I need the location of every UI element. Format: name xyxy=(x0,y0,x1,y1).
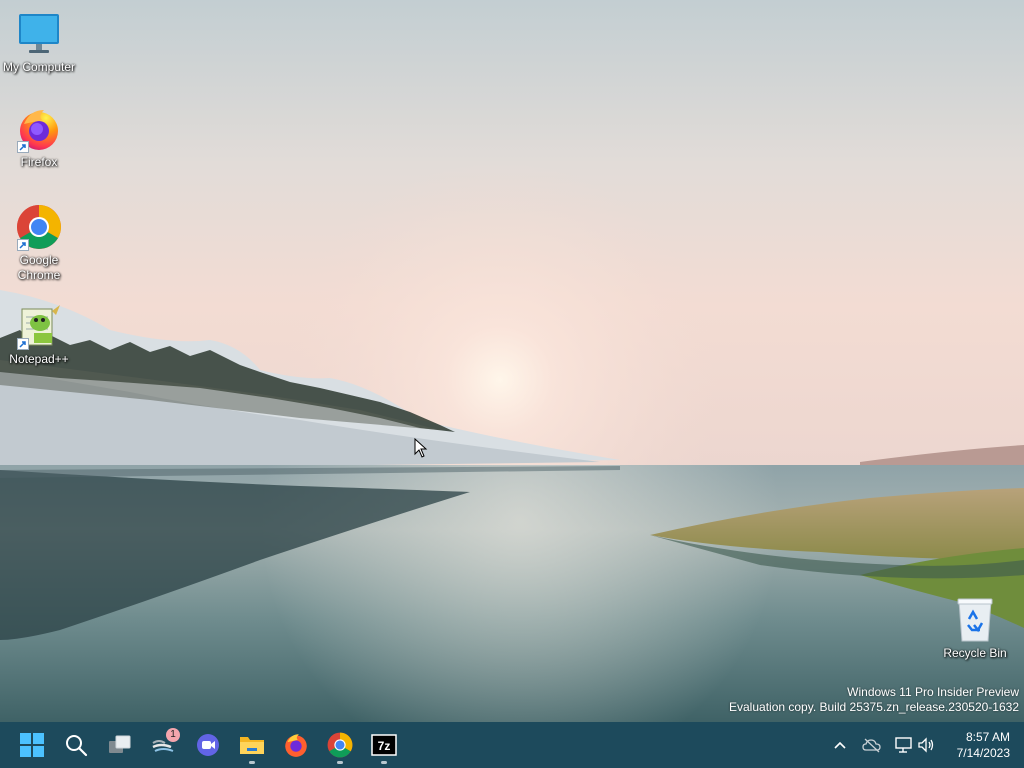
desktop-icon-label: Firefox xyxy=(20,155,58,169)
desktop-icon-label: My Computer xyxy=(2,60,76,74)
widgets-button[interactable]: 1 xyxy=(144,725,184,765)
firefox-icon xyxy=(285,734,307,757)
search-button[interactable] xyxy=(56,725,96,765)
clock-date: 7/14/2023 xyxy=(956,746,1010,760)
running-indicator xyxy=(249,761,255,764)
clock-time: 8:57 AM xyxy=(965,730,1010,744)
shortcut-arrow-icon xyxy=(17,239,29,251)
taskbar: 1 7z 8:57 AM 7/14/2023 xyxy=(0,722,1024,768)
mouse-cursor-icon xyxy=(414,438,428,458)
windows-start-icon xyxy=(20,733,44,757)
watermark-edition: Windows 11 Pro Insider Preview xyxy=(847,685,1019,699)
desktop-icon-label: Google Chrome xyxy=(17,253,61,282)
windows-watermark: Windows 11 Pro Insider Preview Evaluatio… xyxy=(729,685,1019,715)
firefox-icon xyxy=(15,105,63,153)
watermark-build: Evaluation copy. Build 25375.zn_release.… xyxy=(729,700,1019,714)
taskbar-chrome[interactable] xyxy=(320,725,360,765)
clock[interactable]: 8:57 AM 7/14/2023 xyxy=(940,729,1010,761)
running-indicator xyxy=(381,761,387,764)
chrome-icon xyxy=(15,203,63,251)
running-indicator xyxy=(337,761,343,764)
onedrive-icon[interactable] xyxy=(862,735,882,755)
system-tray: 8:57 AM 7/14/2023 xyxy=(824,722,1024,768)
desktop-icon-recycle-bin[interactable]: Recycle Bin xyxy=(935,596,1015,661)
search-icon xyxy=(66,735,88,757)
start-button[interactable] xyxy=(12,725,52,765)
volume-icon[interactable] xyxy=(916,735,936,755)
taskbar-file-explorer[interactable] xyxy=(232,725,272,765)
desktop-icon-firefox[interactable]: Firefox xyxy=(0,105,79,170)
notification-badge: 1 xyxy=(166,728,180,742)
monitor-icon xyxy=(15,10,63,58)
taskbar-7zip[interactable]: 7z xyxy=(364,725,404,765)
task-view-button[interactable] xyxy=(100,725,140,765)
shortcut-arrow-icon xyxy=(17,141,29,153)
network-icon[interactable] xyxy=(894,735,914,755)
desktop-icon-label: Recycle Bin xyxy=(943,646,1007,660)
desktop-icon-label: Notepad++ xyxy=(9,352,69,366)
taskbar-firefox[interactable] xyxy=(276,725,316,765)
shortcut-arrow-icon xyxy=(17,338,29,350)
chrome-icon xyxy=(327,732,353,758)
desktop[interactable]: My Computer Firefox Google Chrome Notepa… xyxy=(0,0,1024,768)
desktop-icon-notepad-plus-plus[interactable]: Notepad++ xyxy=(0,302,79,367)
recycle-bin-icon xyxy=(951,596,999,644)
notepad-plus-plus-icon xyxy=(15,302,63,350)
7zip-icon: 7z xyxy=(371,734,397,756)
chat-button[interactable] xyxy=(188,725,228,765)
folder-icon xyxy=(240,737,264,754)
task-view-icon xyxy=(109,735,131,753)
desktop-icon-google-chrome[interactable]: Google Chrome xyxy=(0,203,79,283)
desktop-icon-my-computer[interactable]: My Computer xyxy=(0,10,79,75)
svg-text:7z: 7z xyxy=(378,739,391,753)
chevron-up-icon[interactable] xyxy=(830,735,850,755)
chat-icon xyxy=(197,734,219,756)
wallpaper xyxy=(0,0,1024,722)
